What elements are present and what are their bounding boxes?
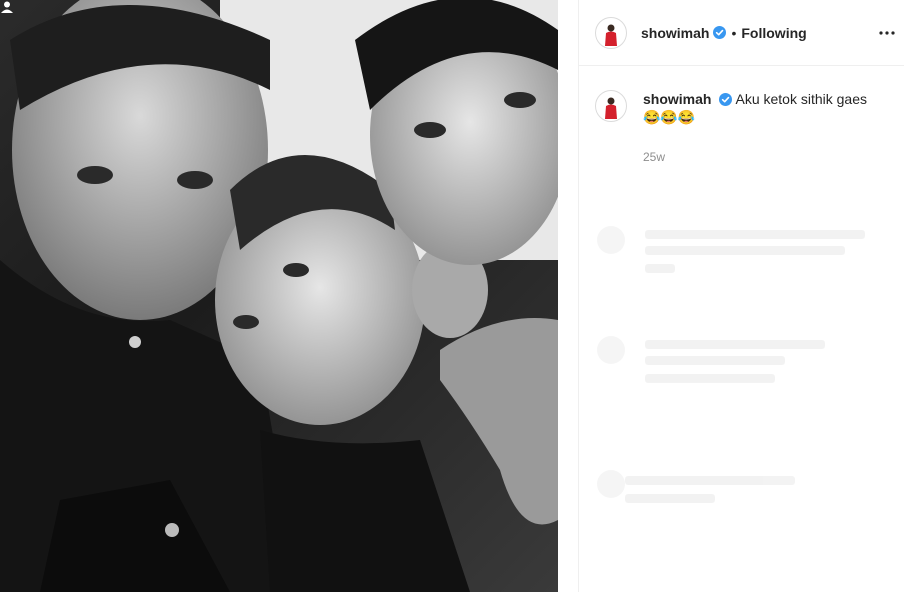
post-photo[interactable] [0,0,558,592]
photo-illustration [0,0,558,592]
avatar-figure-icon [605,97,617,119]
placeholder-line [645,374,775,383]
photo-gutter [558,0,578,592]
placeholder-line [625,476,795,485]
placeholder-line [625,494,715,503]
user-tag-icon[interactable] [0,0,14,14]
more-options-icon[interactable] [878,24,896,42]
caption-username-link[interactable]: showimah [643,91,711,107]
placeholder-line [645,246,845,255]
placeholder-line [645,356,785,365]
placeholder-line [645,264,675,273]
placeholder-line [645,340,825,349]
header-separator: • [731,24,737,41]
comment-placeholder [579,470,904,510]
caption-text-row: showimah Aku ketok sithik gaes😂😂😂 [643,90,883,126]
avatar[interactable] [595,16,627,49]
following-button[interactable]: Following [741,25,806,41]
header-user-row: showimah • Following [641,25,807,41]
post-header: showimah • Following [579,0,904,66]
placeholder-avatar [597,226,625,254]
caption-body: showimah Aku ketok sithik gaes😂😂😂 25w [643,90,883,166]
comment-placeholder [579,226,904,286]
caption-comment: showimah Aku ketok sithik gaes😂😂😂 25w [579,66,904,166]
verified-badge-icon [719,93,733,106]
placeholder-avatar [597,470,625,498]
placeholder-avatar [597,336,625,364]
verified-badge-icon [713,26,727,39]
avatar[interactable] [595,90,627,122]
placeholder-line [645,230,865,239]
avatar-figure-icon [605,24,617,46]
caption-timestamp[interactable]: 25w [643,148,883,166]
username-link[interactable]: showimah [641,25,709,41]
comment-placeholder [579,336,904,396]
post-details-pane: showimah • Following showimah Aku ketok … [579,0,904,592]
